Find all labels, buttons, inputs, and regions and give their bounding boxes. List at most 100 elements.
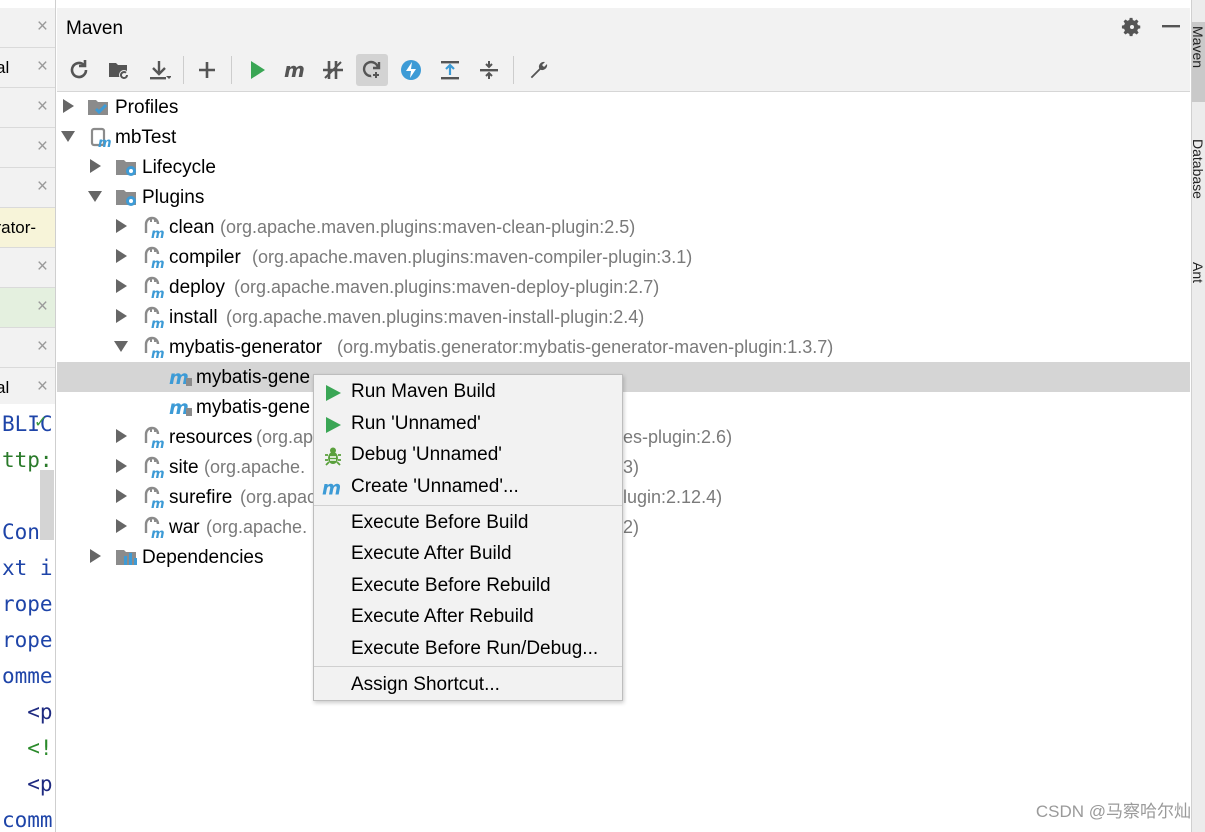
editor-tab[interactable]: × (0, 88, 55, 128)
watermark: CSDN @马察哈尔灿 (1035, 802, 1191, 821)
check-icon: ✓ (34, 414, 48, 431)
expand-arrow-icon[interactable] (116, 219, 127, 233)
tree-node-plugin[interactable]: m install (org.apache.maven.plugins:mave… (57, 302, 1190, 332)
expand-arrow-icon[interactable] (116, 309, 127, 323)
tree-node-plugin[interactable]: m surefire (org.apac lugin:2.12.4) (57, 482, 1190, 512)
collapse-arrow-icon[interactable] (114, 341, 128, 352)
close-icon[interactable]: × (37, 96, 48, 118)
code-line: rope (2, 592, 53, 616)
menu-item-execute-before-rebuild[interactable]: Execute Before Rebuild (314, 570, 622, 602)
toggle-offline-icon[interactable] (317, 54, 349, 86)
menu-item-run-maven-build[interactable]: Run Maven Build (314, 376, 622, 408)
maven-tool-window: Maven m Profiles m mbTest Lifecycle Plug… (57, 8, 1190, 832)
expand-arrow-icon[interactable] (90, 159, 101, 173)
svg-text:m: m (169, 367, 189, 389)
code-line: <! (2, 736, 53, 760)
tab-ant[interactable]: Ant (1192, 258, 1205, 318)
tree-node-plugin[interactable]: m compiler (org.apache.maven.plugins:mav… (57, 242, 1190, 272)
svg-text:m: m (151, 437, 165, 449)
tree-node-plugin[interactable]: m site (org.apache. 3) (57, 452, 1190, 482)
tree-node-lifecycle[interactable]: Lifecycle (57, 152, 1190, 182)
editor-tab[interactable]: × (0, 248, 55, 288)
generate-sources-icon[interactable] (103, 54, 135, 86)
execute-goal-icon[interactable]: m (279, 54, 311, 86)
svg-text:m: m (151, 287, 165, 299)
close-icon[interactable]: × (37, 176, 48, 198)
editor-tab[interactable]: × (0, 288, 55, 328)
tab-maven[interactable]: Maven (1192, 22, 1205, 102)
close-icon[interactable]: × (37, 376, 48, 398)
collapse-all-icon[interactable] (473, 54, 505, 86)
editor-tab[interactable]: al × (0, 368, 55, 408)
tree-node-plugin[interactable]: m resources (org.ap es-plugin:2.6) (57, 422, 1190, 452)
expand-arrow-icon[interactable] (116, 249, 127, 263)
tree-node-plugin[interactable]: m clean (org.apache.maven.plugins:maven-… (57, 212, 1190, 242)
tab-database[interactable]: Database (1192, 135, 1205, 235)
tree-node-plugin[interactable]: m war (org.apache. 2) (57, 512, 1190, 542)
expand-arrow-icon[interactable] (116, 459, 127, 473)
svg-text:m: m (151, 347, 165, 359)
menu-item-assign-shortcut[interactable]: Assign Shortcut... (314, 669, 622, 701)
menu-item-execute-after-build[interactable]: Execute After Build (314, 538, 622, 570)
expand-all-icon[interactable] (434, 54, 466, 86)
menu-separator (314, 666, 622, 667)
tree-node-goal-selected[interactable]: m mybatis-gene (57, 362, 1190, 392)
reload-icon[interactable] (63, 54, 95, 86)
collapse-arrow-icon[interactable] (61, 131, 75, 142)
plugin-icon: m (142, 335, 166, 362)
menu-item-execute-before-run-debug[interactable]: Execute Before Run/Debug... (314, 633, 622, 665)
close-icon[interactable]: × (37, 296, 48, 318)
tree-node-goal[interactable]: m mybatis-gene (57, 392, 1190, 422)
tree-node-mbtest[interactable]: m mbTest (57, 122, 1190, 152)
expand-arrow-icon[interactable] (116, 279, 127, 293)
expand-arrow-icon[interactable] (116, 429, 127, 443)
menu-item-execute-before-build[interactable]: Execute Before Build (314, 507, 622, 539)
editor-tab[interactable]: × (0, 328, 55, 368)
skip-tests-icon[interactable] (356, 54, 388, 86)
editor-tab[interactable]: × (0, 128, 55, 168)
tree-node-dependencies[interactable]: Dependencies (57, 542, 1190, 572)
close-icon[interactable]: × (37, 136, 48, 158)
plugin-icon: m (142, 515, 166, 542)
tree-node-plugin[interactable]: m deploy (org.apache.maven.plugins:maven… (57, 272, 1190, 302)
gear-icon[interactable] (1121, 16, 1143, 44)
menu-item-debug-unnamed[interactable]: Debug 'Unnamed' (314, 439, 622, 471)
editor-tab[interactable]: al × (0, 48, 55, 88)
right-tool-strip: Maven Database Ant (1191, 0, 1205, 832)
collapse-arrow-icon[interactable] (88, 191, 102, 202)
tree-node-plugins[interactable]: Plugins (57, 182, 1190, 212)
editor-tab[interactable]: × (0, 8, 55, 48)
code-line: <p (2, 772, 53, 796)
editor-tab[interactable]: × (0, 168, 55, 208)
show-dependencies-icon[interactable] (395, 54, 427, 86)
plugin-icon: m (142, 485, 166, 512)
expand-arrow-icon[interactable] (63, 99, 74, 113)
svg-text:m: m (169, 397, 189, 419)
download-icon[interactable] (143, 54, 175, 86)
close-icon[interactable]: × (37, 336, 48, 358)
expand-arrow-icon[interactable] (90, 549, 101, 563)
dependencies-icon (115, 545, 139, 569)
run-icon[interactable] (241, 54, 273, 86)
menu-item-create-unnamed[interactable]: m Create 'Unnamed'... (314, 471, 622, 503)
plugin-icon: m (142, 305, 166, 332)
svg-text:m: m (151, 227, 165, 239)
tree-node-profiles[interactable]: Profiles (57, 92, 1190, 122)
editor-tab-active[interactable]: erator- (0, 208, 55, 248)
menu-item-execute-after-rebuild[interactable]: Execute After Rebuild (314, 601, 622, 633)
close-icon[interactable]: × (37, 256, 48, 278)
plugin-icon: m (142, 275, 166, 302)
settings-wrench-icon[interactable] (523, 54, 555, 86)
close-icon[interactable]: × (37, 16, 48, 38)
code-line: <p (2, 700, 53, 724)
panel-title: Maven (66, 18, 124, 39)
add-icon[interactable] (191, 54, 223, 86)
expand-arrow-icon[interactable] (116, 489, 127, 503)
maven-m-icon: m (322, 477, 344, 499)
expand-arrow-icon[interactable] (116, 519, 127, 533)
run-icon (322, 382, 344, 404)
minimize-icon[interactable] (1161, 14, 1181, 42)
menu-item-run-unnamed[interactable]: Run 'Unnamed' (314, 408, 622, 440)
tree-node-plugin[interactable]: m mybatis-generator (org.mybatis.generat… (57, 332, 1190, 362)
close-icon[interactable]: × (37, 56, 48, 78)
